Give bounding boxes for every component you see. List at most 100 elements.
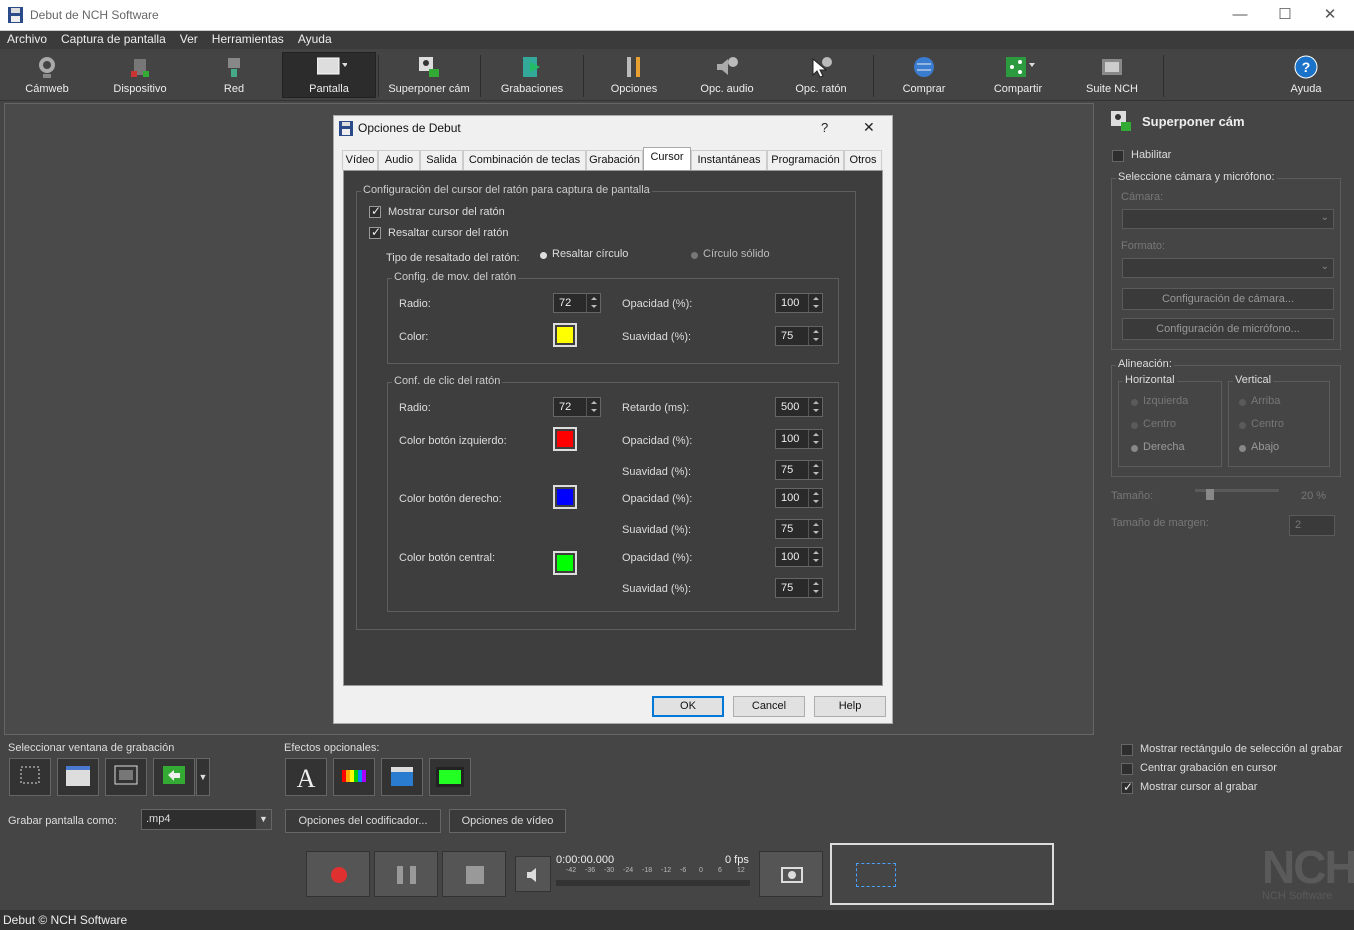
right-smooth-spinner[interactable]: 75 <box>775 519 823 539</box>
opciones-button[interactable]: Opciones <box>587 53 681 99</box>
menu-herramientas[interactable]: Herramientas <box>205 31 291 46</box>
tab-audio[interactable]: Audio <box>378 150 420 170</box>
watermark-effect-button[interactable] <box>429 758 471 796</box>
tab-salida[interactable]: Salida <box>420 150 463 170</box>
opc-raton-button[interactable]: Opc. ratón <box>774 53 868 99</box>
middle-color-swatch[interactable] <box>553 551 577 575</box>
tab-instantaneas[interactable]: Instantáneas <box>691 150 767 170</box>
format-select[interactable]: .mp4 ▼ <box>141 809 272 830</box>
h-right-radio[interactable] <box>1131 445 1138 452</box>
menu-ayuda[interactable]: Ayuda <box>291 31 339 46</box>
stop-button[interactable] <box>442 851 506 897</box>
right-color-swatch[interactable] <box>553 485 577 509</box>
margin-spinner[interactable]: 2 <box>1289 515 1335 536</box>
left-opacity-spinner[interactable]: 100 <box>775 429 823 449</box>
select-previous-button[interactable] <box>153 758 195 796</box>
opc-audio-button[interactable]: Opc. audio <box>680 53 774 99</box>
effects-label: Efectos opcionales: <box>284 742 380 754</box>
tab-programacion[interactable]: Programación <box>767 150 844 170</box>
move-color-swatch[interactable] <box>553 323 577 347</box>
select-fullscreen-button[interactable] <box>105 758 147 796</box>
tab-video[interactable]: Vídeo <box>342 150 378 170</box>
show-cursor-rec-checkbox[interactable] <box>1121 780 1133 794</box>
mic-config-button[interactable]: Configuración de micrófono... <box>1122 318 1334 340</box>
snapshot-button[interactable] <box>759 851 823 897</box>
red-button[interactable]: Red <box>187 53 281 99</box>
help-button[interactable]: Help <box>814 696 886 717</box>
select-more-dropdown[interactable]: ▼ <box>196 758 210 796</box>
video-options-button[interactable]: Opciones de vídeo <box>449 809 566 833</box>
camera-select[interactable]: ⌄ <box>1122 209 1334 229</box>
camera-config-button[interactable]: Configuración de cámara... <box>1122 288 1334 310</box>
format-select[interactable]: ⌄ <box>1122 258 1334 278</box>
pause-button[interactable] <box>374 851 438 897</box>
radio-circle[interactable] <box>540 252 547 259</box>
ayuda-button[interactable]: ? Ayuda <box>1259 53 1353 99</box>
middle-smooth-spinner[interactable]: 75 <box>775 578 823 598</box>
text-effect-button[interactable]: A <box>285 758 327 796</box>
h-center-radio[interactable] <box>1131 422 1138 429</box>
camera-group: Seleccione cámara y micrófono: Cámara: ⌄… <box>1111 171 1341 350</box>
highlight-cursor-checkbox[interactable] <box>369 225 381 239</box>
webcam-icon <box>35 55 59 79</box>
cancel-button[interactable]: Cancel <box>733 696 805 717</box>
show-cursor-checkbox[interactable] <box>369 204 381 218</box>
mini-selection-rect <box>856 863 896 887</box>
menu-captura[interactable]: Captura de pantalla <box>54 31 173 46</box>
minimize-button[interactable]: — <box>1220 4 1260 26</box>
speaker-icon <box>527 868 536 882</box>
camera-icon <box>781 867 803 883</box>
show-rect-checkbox[interactable] <box>1121 744 1133 756</box>
clapper-icon <box>391 767 413 786</box>
size-slider-thumb[interactable] <box>1206 489 1214 500</box>
volume-button[interactable] <box>515 856 551 892</box>
close-window-button[interactable]: ✕ <box>1310 4 1350 26</box>
ok-button[interactable]: OK <box>652 696 724 717</box>
tab-combinacion[interactable]: Combinación de teclas <box>463 150 586 170</box>
tab-cursor[interactable]: Cursor <box>643 147 691 170</box>
h-left-radio[interactable] <box>1131 399 1138 406</box>
options-dialog: Opciones de Debut ? ✕ Vídeo Audio Salida… <box>333 115 893 724</box>
move-opacity-spinner[interactable]: 100 <box>775 293 823 313</box>
radio-solid[interactable] <box>691 252 698 259</box>
click-radius-spinner[interactable]: 72 <box>553 397 601 417</box>
enable-checkbox[interactable] <box>1112 150 1124 162</box>
tab-otros[interactable]: Otros <box>844 150 882 170</box>
caption-effect-button[interactable] <box>381 758 423 796</box>
window-title: Debut de NCH Software <box>30 8 159 22</box>
left-smooth-spinner[interactable]: 75 <box>775 460 823 480</box>
superponer-button[interactable]: Superponer cám <box>382 53 476 99</box>
menu-archivo[interactable]: Archivo <box>0 31 54 46</box>
encoder-options-button[interactable]: Opciones del codificador... <box>285 809 441 833</box>
dispositivo-button[interactable]: Dispositivo <box>93 53 187 99</box>
middle-opacity-spinner[interactable]: 100 <box>775 547 823 567</box>
compartir-button[interactable]: Compartir <box>971 53 1065 99</box>
tab-grabacion[interactable]: Grabación <box>586 150 643 170</box>
dialog-title: Opciones de Debut <box>358 121 461 135</box>
pantalla-button[interactable]: Pantalla <box>282 52 376 98</box>
v-bottom-radio[interactable] <box>1239 445 1246 452</box>
select-region-button[interactable] <box>9 758 51 796</box>
center-cursor-checkbox[interactable] <box>1121 763 1133 775</box>
dialog-help-button[interactable]: ? <box>821 120 828 135</box>
dialog-close-button[interactable]: ✕ <box>863 119 875 136</box>
move-smooth-spinner[interactable]: 75 <box>775 326 823 346</box>
v-center-radio[interactable] <box>1239 422 1246 429</box>
camweb-button[interactable]: Cámweb <box>0 53 94 99</box>
meter-tick: 0 <box>699 867 703 874</box>
select-window-button[interactable] <box>57 758 99 796</box>
v-top-radio[interactable] <box>1239 399 1246 406</box>
right-opacity-spinner[interactable]: 100 <box>775 488 823 508</box>
suite-button[interactable]: Suite NCH <box>1065 53 1159 99</box>
color-effect-button[interactable] <box>333 758 375 796</box>
nch-logo: NCH NCH Software <box>1262 841 1354 902</box>
move-radius-spinner[interactable]: 72 <box>553 293 601 313</box>
menu-ver[interactable]: Ver <box>173 31 205 46</box>
comprar-button[interactable]: Comprar <box>877 53 971 99</box>
grabaciones-button[interactable]: Grabaciones <box>485 53 579 99</box>
left-color-swatch[interactable] <box>553 427 577 451</box>
tools-icon <box>622 55 646 79</box>
click-delay-spinner[interactable]: 500 <box>775 397 823 417</box>
maximize-button[interactable]: ☐ <box>1265 4 1305 26</box>
record-button[interactable] <box>306 851 370 897</box>
